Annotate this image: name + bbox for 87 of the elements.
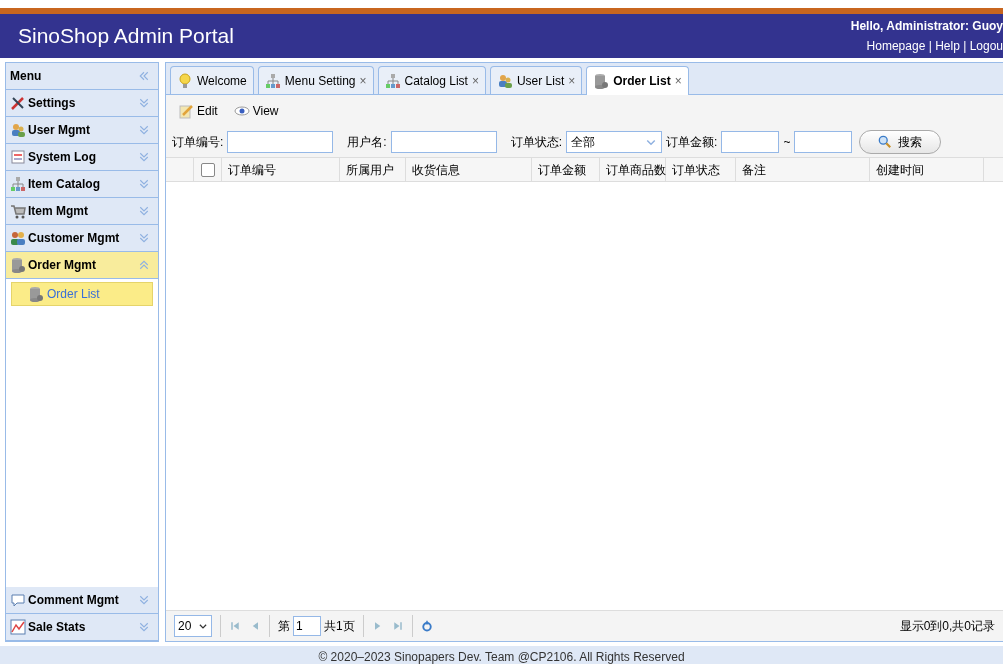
menu-section[interactable]: Order Mgmt: [6, 252, 158, 279]
menu-section[interactable]: Item Mgmt: [6, 198, 158, 225]
page-size-select[interactable]: 20: [174, 615, 212, 637]
portal-title: SinoShop Admin Portal: [18, 23, 234, 50]
greeting-text: Hello, Administrator: Guoy: [850, 18, 1003, 35]
field-label: 用户名:: [347, 134, 387, 151]
column-header[interactable]: 订单金额: [532, 158, 600, 181]
homepage-link[interactable]: Homepage: [866, 39, 926, 53]
select-all-checkbox[interactable]: [200, 162, 215, 177]
close-button[interactable]: ×: [471, 71, 479, 90]
page-label: 第: [278, 618, 290, 635]
record-summary: 显示0到0,共0记录: [899, 618, 995, 635]
menu-section[interactable]: Item Catalog: [6, 171, 158, 198]
tab[interactable]: User List ×: [489, 66, 583, 94]
logout-link[interactable]: Logou: [969, 39, 1003, 53]
database-icon: [10, 257, 26, 273]
page-number-field[interactable]: 1: [293, 616, 321, 636]
column-header[interactable]: 订单商品数: [600, 158, 666, 181]
cart-icon: [10, 203, 26, 219]
tools-icon: [10, 95, 26, 111]
column-header[interactable]: 创建时间: [870, 158, 984, 181]
column-header[interactable]: 所属用户: [340, 158, 406, 181]
tab[interactable]: Menu Setting ×: [257, 66, 374, 94]
menu-section[interactable]: Settings: [6, 90, 158, 117]
input-field[interactable]: [390, 131, 497, 153]
expand-icon: [138, 594, 150, 606]
menu-section[interactable]: User Mgmt: [6, 117, 158, 144]
close-button[interactable]: ×: [359, 71, 367, 90]
refresh-icon: [420, 620, 433, 632]
search-icon: [878, 135, 893, 149]
input-field[interactable]: [721, 131, 780, 153]
expand-icon: [138, 621, 150, 633]
field-label: 订单状态:: [510, 134, 563, 151]
tab[interactable]: Catalog List ×: [377, 66, 486, 94]
view-button[interactable]: View: [233, 102, 279, 120]
expand-icon: [138, 232, 150, 244]
column-header[interactable]: 订单编号: [222, 158, 340, 181]
expand-icon: [138, 178, 150, 190]
column-header[interactable]: 订单状态: [666, 158, 736, 181]
close-button[interactable]: ×: [568, 71, 576, 90]
range-separator: ~: [783, 134, 791, 151]
hierarchy-icon: [10, 176, 26, 192]
hierarchy-icon: [384, 72, 401, 89]
field-label: 订单金额:: [666, 134, 718, 151]
chart-icon: [10, 619, 26, 635]
caret-icon: [198, 621, 208, 631]
menu-section[interactable]: Sale Stats: [6, 614, 158, 641]
expand-icon: [138, 151, 150, 163]
users-icon: [496, 72, 513, 89]
column-header[interactable]: 收货信息: [406, 158, 532, 181]
input-field[interactable]: [794, 131, 853, 153]
hierarchy-icon: [264, 72, 281, 89]
edit-button[interactable]: Edit: [178, 102, 218, 120]
tab[interactable]: Order List ×: [586, 66, 689, 95]
link-separator: |: [928, 39, 932, 53]
pencil-icon: [178, 103, 194, 119]
first-page-icon: [229, 620, 241, 632]
expand-icon: [138, 205, 150, 217]
speech-bubble-icon: [10, 592, 26, 608]
log-icon: [10, 149, 26, 165]
expand-icon: [138, 97, 150, 109]
close-button[interactable]: ×: [674, 72, 682, 90]
status-dropdown[interactable]: 全部: [566, 131, 663, 153]
field-label: 订单编号:: [172, 134, 224, 151]
last-page-icon: [391, 620, 404, 632]
lightbulb-icon: [177, 72, 193, 89]
menu-section[interactable]: Comment Mgmt: [6, 587, 158, 614]
database-icon: [28, 286, 44, 302]
database-icon: [593, 73, 610, 89]
tab[interactable]: Welcome: [170, 66, 254, 94]
collapse-icon: [138, 259, 150, 271]
help-link[interactable]: Help: [935, 39, 960, 53]
people-icon: [10, 230, 26, 246]
search-button[interactable]: 搜索: [859, 130, 942, 154]
collapse-icon: [138, 70, 150, 82]
column-header[interactable]: 备注: [736, 158, 870, 181]
menu-title: Menu: [10, 68, 42, 85]
users-icon: [10, 122, 26, 138]
menu-item[interactable]: Order List: [11, 282, 153, 306]
page-count: 共1页: [324, 618, 355, 635]
menu-section[interactable]: Customer Mgmt: [6, 225, 158, 252]
expand-icon: [138, 124, 150, 136]
footer-text: © 2020–2023 Sinopapers Dev. Team @CP2106. All Rights Reserved: [0, 646, 1003, 664]
link-separator: |: [963, 39, 967, 53]
eye-icon: [233, 103, 250, 119]
input-field[interactable]: [227, 131, 334, 153]
menu-section[interactable]: System Log: [6, 144, 158, 171]
